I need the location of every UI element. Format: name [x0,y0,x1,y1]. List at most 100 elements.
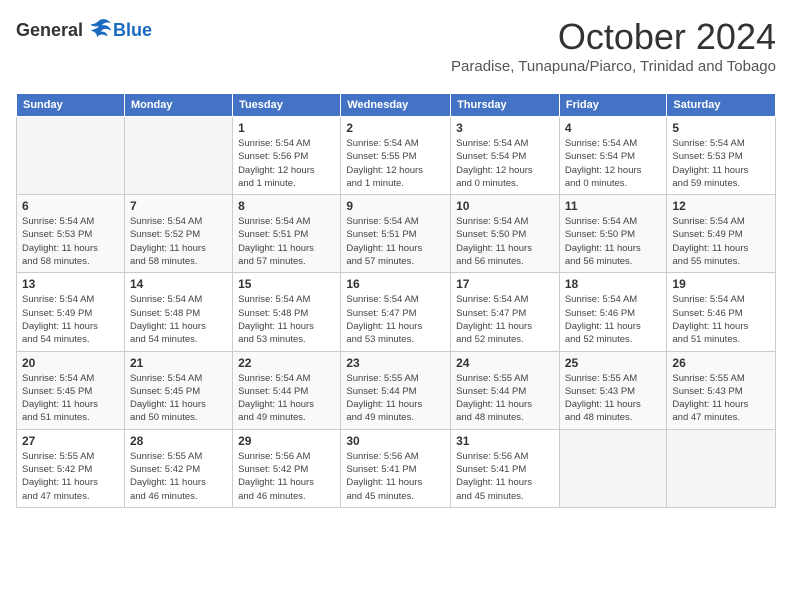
day-info: Sunrise: 5:55 AMSunset: 5:43 PMDaylight:… [565,372,662,425]
day-info: Sunrise: 5:54 AMSunset: 5:47 PMDaylight:… [346,293,445,346]
table-row: 9Sunrise: 5:54 AMSunset: 5:51 PMDaylight… [341,195,451,273]
table-row: 30Sunrise: 5:56 AMSunset: 5:41 PMDayligh… [341,429,451,507]
day-number: 8 [238,199,335,213]
day-info: Sunrise: 5:54 AMSunset: 5:53 PMDaylight:… [22,215,119,268]
day-number: 27 [22,434,119,448]
table-row: 20Sunrise: 5:54 AMSunset: 5:45 PMDayligh… [17,351,125,429]
table-row: 22 Sunrise: 5:54 AMSunset: 5:44 PMDayligh… [233,351,341,429]
calendar-week-2: 6 Sunrise: 5:54 AMSunset: 5:53 PMDaylight… [17,195,776,273]
day-info: Sunrise: 5:54 AMSunset: 5:56 PMDaylight:… [238,137,335,190]
day-number: 23 [346,356,445,370]
day-info: Sunrise: 5:54 AMSunset: 5:48 PMDaylight:… [130,293,227,346]
day-info: Sunrise: 5:55 AMSunset: 5:44 PMDaylight:… [456,372,554,425]
table-row: 21Sunrise: 5:54 AMSunset: 5:45 PMDayligh… [124,351,232,429]
day-number: 12 [672,199,770,213]
day-info: Sunrise: 5:54 AMSunset: 5:48 PMDaylight:… [238,293,335,346]
table-row: 24 Sunrise: 5:55 AMSunset: 5:44 PMDayligh… [451,351,560,429]
header-sunday: Sunday [17,94,125,117]
day-number: 26 [672,356,770,370]
header-friday: Friday [559,94,667,117]
table-row: 3 Sunrise: 5:54 AMSunset: 5:54 PMDaylight… [451,117,560,195]
day-info: Sunrise: 5:54 AMSunset: 5:51 PMDaylight:… [346,215,445,268]
header-tuesday: Tuesday [233,94,341,117]
header-monday: Monday [124,94,232,117]
table-row [17,117,125,195]
table-row: 19Sunrise: 5:54 AMSunset: 5:46 PMDayligh… [667,273,776,351]
day-number: 16 [346,277,445,291]
month-title: October 2024 [451,16,776,58]
day-number: 28 [130,434,227,448]
calendar-week-5: 27 Sunrise: 5:55 AMSunset: 5:42 PMDayligh… [17,429,776,507]
table-row: 16 Sunrise: 5:54 AMSunset: 5:47 PMDayligh… [341,273,451,351]
day-info: Sunrise: 5:54 AMSunset: 5:50 PMDaylight:… [456,215,554,268]
header-saturday: Saturday [667,94,776,117]
day-number: 15 [238,277,335,291]
table-row: 23Sunrise: 5:55 AMSunset: 5:44 PMDayligh… [341,351,451,429]
table-row [124,117,232,195]
day-info: Sunrise: 5:54 AMSunset: 5:49 PMDaylight:… [22,293,119,346]
day-number: 2 [346,121,445,135]
day-number: 1 [238,121,335,135]
calendar-week-1: 1 Sunrise: 5:54 AMSunset: 5:56 PMDaylight… [17,117,776,195]
table-row: 4Sunrise: 5:54 AMSunset: 5:54 PMDaylight… [559,117,667,195]
day-info: Sunrise: 5:56 AMSunset: 5:41 PMDaylight:… [456,450,554,503]
day-number: 22 [238,356,335,370]
table-row: 13 Sunrise: 5:54 AMSunset: 5:49 PMDayligh… [17,273,125,351]
logo: General Blue [16,16,152,44]
table-row: 12 Sunrise: 5:54 AMSunset: 5:49 PMDayligh… [667,195,776,273]
table-row: 17 Sunrise: 5:54 AMSunset: 5:47 PMDayligh… [451,273,560,351]
day-info: Sunrise: 5:54 AMSunset: 5:44 PMDaylight:… [238,372,335,425]
table-row: 2 Sunrise: 5:54 AMSunset: 5:55 PMDaylight… [341,117,451,195]
table-row: 27 Sunrise: 5:55 AMSunset: 5:42 PMDayligh… [17,429,125,507]
day-info: Sunrise: 5:54 AMSunset: 5:55 PMDaylight:… [346,137,445,190]
page-container: General Blue October 2024 Paradise, Tuna… [16,16,776,508]
table-row: 5Sunrise: 5:54 AMSunset: 5:53 PMDaylight… [667,117,776,195]
header-wednesday: Wednesday [341,94,451,117]
table-row: 14 Sunrise: 5:54 AMSunset: 5:48 PMDayligh… [124,273,232,351]
location-title: Paradise, Tunapuna/Piarco, Trinidad and … [451,58,776,75]
day-number: 3 [456,121,554,135]
table-row: 29 Sunrise: 5:56 AMSunset: 5:42 PMDayligh… [233,429,341,507]
day-number: 17 [456,277,554,291]
day-info: Sunrise: 5:56 AMSunset: 5:42 PMDaylight:… [238,450,335,503]
day-number: 5 [672,121,770,135]
table-row: 26Sunrise: 5:55 AMSunset: 5:43 PMDayligh… [667,351,776,429]
day-number: 6 [22,199,119,213]
day-number: 24 [456,356,554,370]
table-row: 10 Sunrise: 5:54 AMSunset: 5:50 PMDayligh… [451,195,560,273]
day-number: 29 [238,434,335,448]
calendar-header-row: Sunday Monday Tuesday Wednesday Thursday… [17,94,776,117]
table-row [559,429,667,507]
day-number: 13 [22,277,119,291]
table-row: 28 Sunrise: 5:55 AMSunset: 5:42 PMDayligh… [124,429,232,507]
table-row: 31 Sunrise: 5:56 AMSunset: 5:41 PMDayligh… [451,429,560,507]
page-header: General Blue October 2024 Paradise, Tuna… [16,16,776,85]
calendar-week-4: 20Sunrise: 5:54 AMSunset: 5:45 PMDayligh… [17,351,776,429]
day-info: Sunrise: 5:54 AMSunset: 5:49 PMDaylight:… [672,215,770,268]
day-info: Sunrise: 5:54 AMSunset: 5:51 PMDaylight:… [238,215,335,268]
day-number: 31 [456,434,554,448]
table-row: 18Sunrise: 5:54 AMSunset: 5:46 PMDayligh… [559,273,667,351]
day-info: Sunrise: 5:54 AMSunset: 5:52 PMDaylight:… [130,215,227,268]
day-info: Sunrise: 5:56 AMSunset: 5:41 PMDaylight:… [346,450,445,503]
day-info: Sunrise: 5:55 AMSunset: 5:42 PMDaylight:… [22,450,119,503]
day-number: 25 [565,356,662,370]
day-info: Sunrise: 5:54 AMSunset: 5:50 PMDaylight:… [565,215,662,268]
day-number: 18 [565,277,662,291]
day-info: Sunrise: 5:54 AMSunset: 5:45 PMDaylight:… [22,372,119,425]
day-info: Sunrise: 5:55 AMSunset: 5:42 PMDaylight:… [130,450,227,503]
table-row: 7 Sunrise: 5:54 AMSunset: 5:52 PMDaylight… [124,195,232,273]
table-row: 15 Sunrise: 5:54 AMSunset: 5:48 PMDayligh… [233,273,341,351]
table-row: 1 Sunrise: 5:54 AMSunset: 5:56 PMDaylight… [233,117,341,195]
table-row: 8 Sunrise: 5:54 AMSunset: 5:51 PMDaylight… [233,195,341,273]
day-info: Sunrise: 5:54 AMSunset: 5:54 PMDaylight:… [456,137,554,190]
day-number: 7 [130,199,227,213]
table-row: 6 Sunrise: 5:54 AMSunset: 5:53 PMDaylight… [17,195,125,273]
table-row: 25 Sunrise: 5:55 AMSunset: 5:43 PMDayligh… [559,351,667,429]
day-info: Sunrise: 5:54 AMSunset: 5:47 PMDaylight:… [456,293,554,346]
header-thursday: Thursday [451,94,560,117]
calendar-week-3: 13 Sunrise: 5:54 AMSunset: 5:49 PMDayligh… [17,273,776,351]
day-info: Sunrise: 5:54 AMSunset: 5:45 PMDaylight:… [130,372,227,425]
day-number: 10 [456,199,554,213]
day-number: 14 [130,277,227,291]
